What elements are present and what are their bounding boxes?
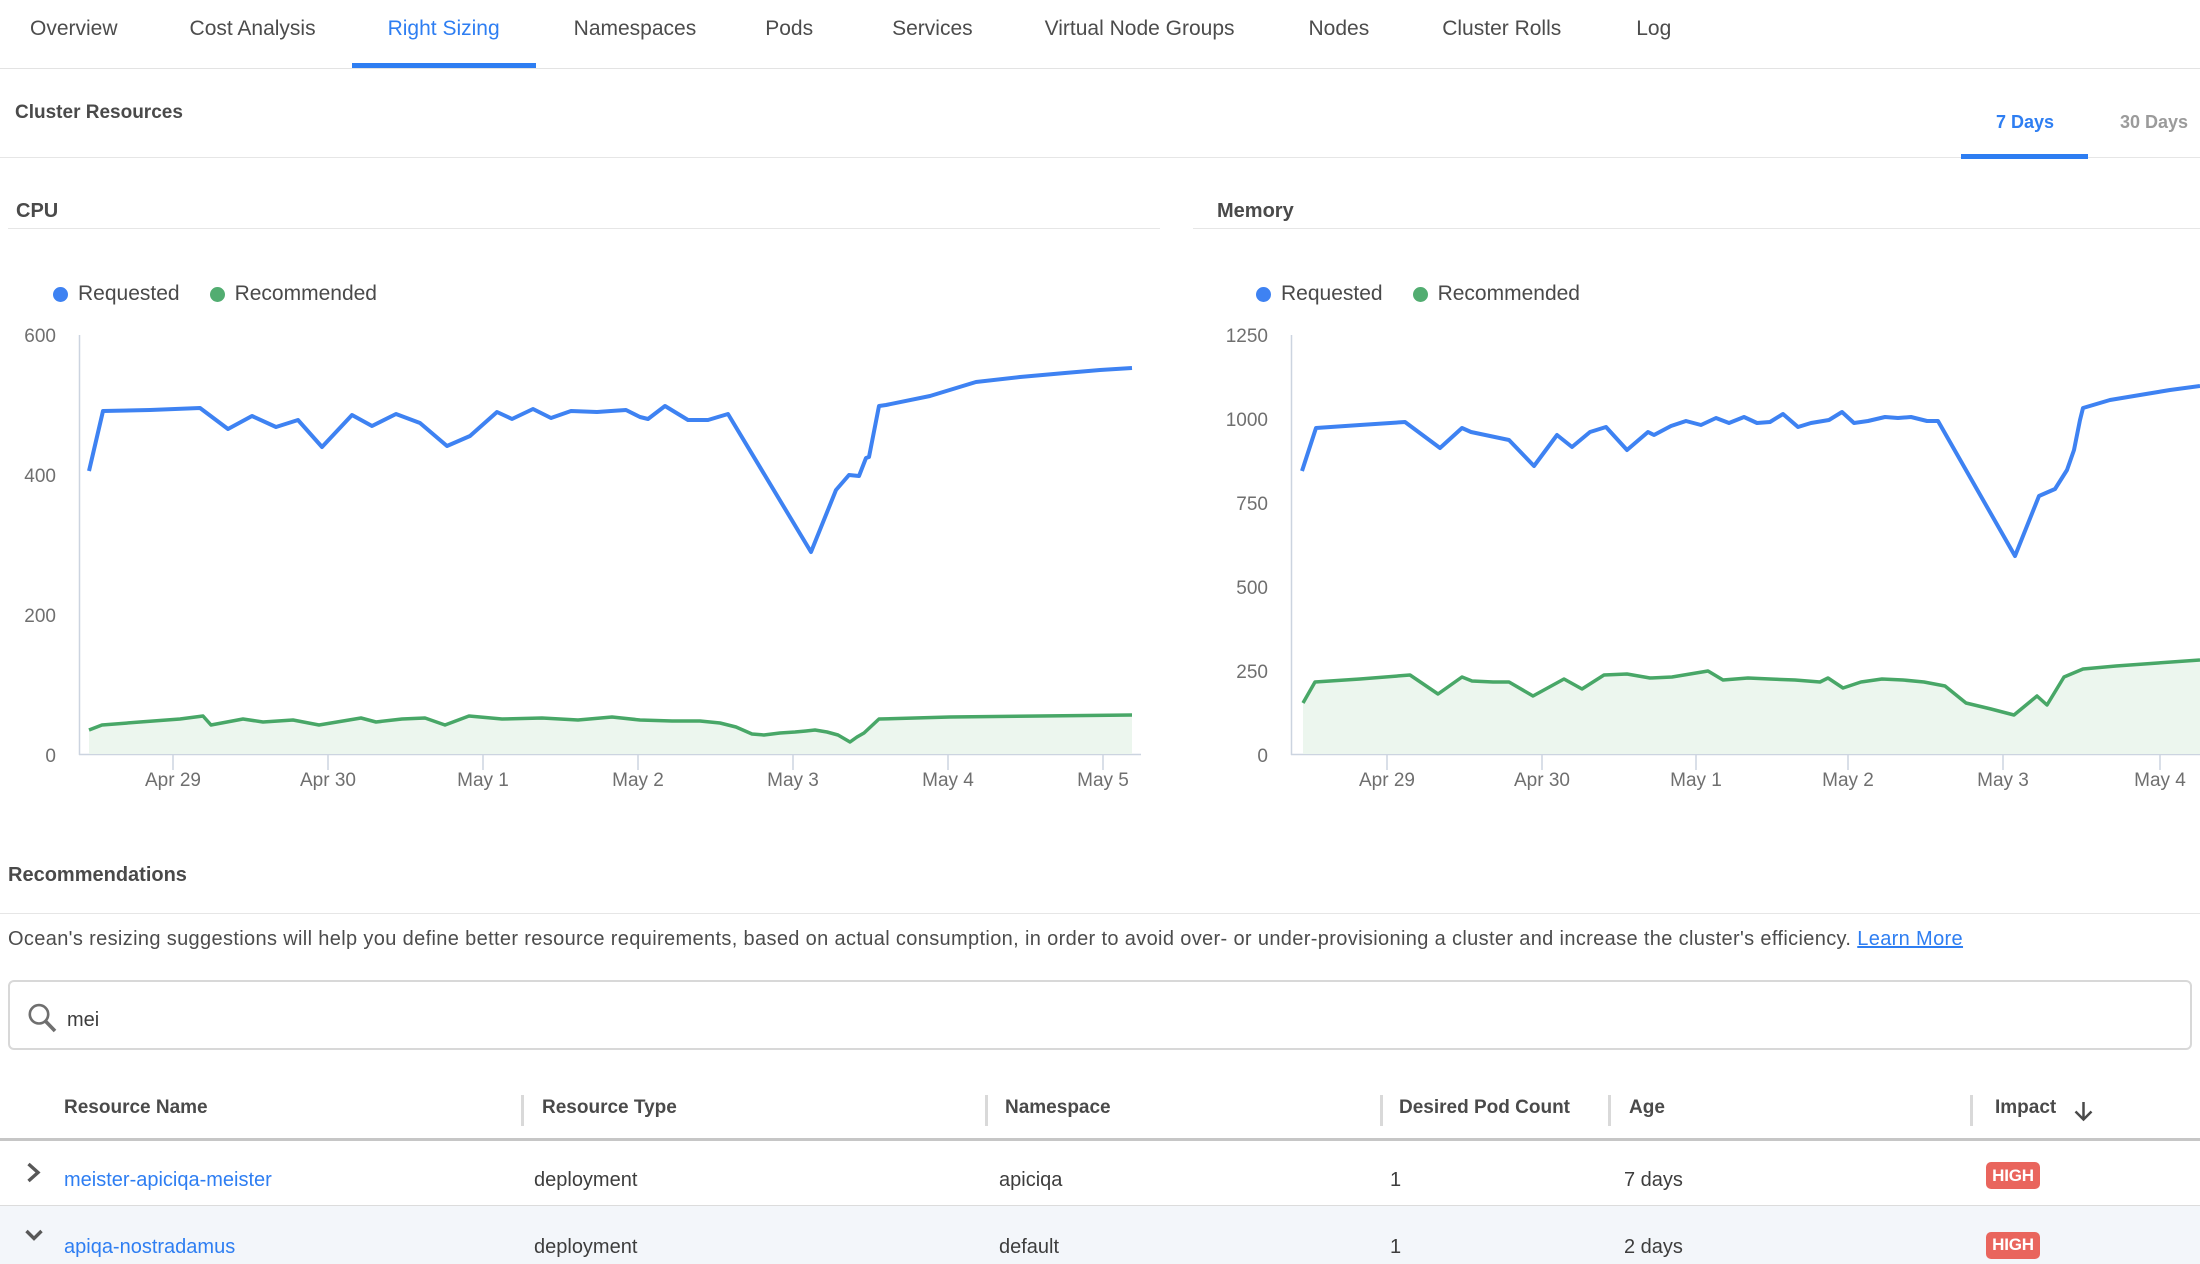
svg-text:1250: 1250 (1226, 326, 1268, 347)
svg-text:Apr 30: Apr 30 (1514, 770, 1570, 791)
svg-text:0: 0 (1257, 746, 1268, 767)
svg-text:400: 400 (24, 466, 56, 487)
svg-text:0: 0 (45, 746, 56, 767)
svg-text:600: 600 (24, 326, 56, 347)
svg-text:Apr 30: Apr 30 (300, 770, 356, 791)
svg-text:May 4: May 4 (2134, 770, 2186, 791)
svg-text:750: 750 (1236, 494, 1268, 515)
svg-text:500: 500 (1236, 578, 1268, 599)
svg-text:May 1: May 1 (457, 770, 509, 791)
svg-text:May 3: May 3 (767, 770, 819, 791)
svg-text:May 3: May 3 (1977, 770, 2029, 791)
svg-text:1000: 1000 (1226, 410, 1268, 431)
svg-text:Apr 29: Apr 29 (1359, 770, 1415, 791)
svg-text:Apr 29: Apr 29 (145, 770, 201, 791)
svg-text:May 2: May 2 (612, 770, 664, 791)
svg-text:May 1: May 1 (1670, 770, 1722, 791)
svg-text:May 2: May 2 (1822, 770, 1874, 791)
svg-text:250: 250 (1236, 662, 1268, 683)
svg-text:May 4: May 4 (922, 770, 974, 791)
svg-text:May 5: May 5 (1077, 770, 1129, 791)
svg-text:200: 200 (24, 606, 56, 627)
